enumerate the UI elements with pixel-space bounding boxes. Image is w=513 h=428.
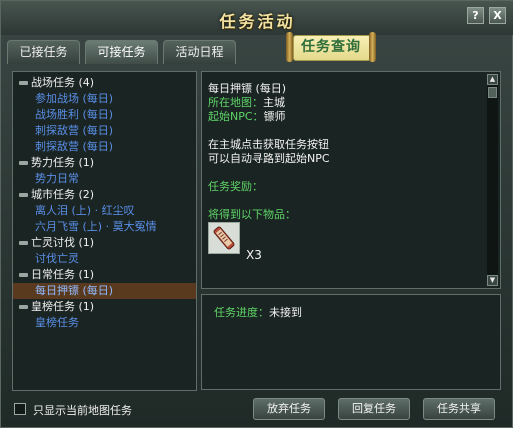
scroll-rod-icon (286, 32, 293, 62)
npc-line: 起始NPC：镖师 (208, 110, 286, 123)
list-category[interactable]: 势力任务 (1) (13, 155, 196, 171)
quest-lookup-badge[interactable]: 任务查询 (286, 31, 376, 63)
list-category[interactable]: 皇榜任务 (1) (13, 299, 196, 315)
list-item[interactable]: 战场胜利 (每日) (13, 107, 196, 123)
list-item[interactable]: 刺探敌营 (每日) (13, 123, 196, 139)
share-quest-button[interactable]: 任务共享 (423, 398, 495, 420)
list-category[interactable]: 城市任务 (2) (13, 187, 196, 203)
items-label: 将得到以下物品： (208, 208, 296, 221)
reward-label: 任务奖励： (208, 180, 263, 193)
quest-window: 任务活动 ? X 已接任务 可接任务 活动日程 任务查询 战场任务 (4) 参加… (0, 0, 513, 428)
collapse-icon (19, 273, 28, 277)
item-count: X3 (246, 248, 262, 262)
abandon-quest-button[interactable]: 放弃任务 (253, 398, 325, 420)
collapse-icon (19, 193, 28, 197)
list-item[interactable]: 离人泪 (上) · 红尘叹 (13, 203, 196, 219)
detail-scrollbar[interactable]: ▲ ▼ (487, 74, 498, 286)
reply-quest-button[interactable]: 回复任务 (338, 398, 410, 420)
tab-accepted[interactable]: 已接任务 (7, 40, 80, 64)
list-item[interactable]: 参加战场 (每日) (13, 91, 196, 107)
close-button[interactable]: X (489, 7, 506, 24)
tab-schedule[interactable]: 活动日程 (163, 40, 236, 64)
scroll-item-icon (209, 223, 239, 253)
list-category[interactable]: 战场任务 (4) (13, 75, 196, 91)
progress-line: 任务进度：未接到 (214, 306, 302, 319)
help-button[interactable]: ? (467, 7, 484, 24)
list-category[interactable]: 亡灵讨伐 (1) (13, 235, 196, 251)
current-map-checkbox[interactable] (14, 403, 26, 415)
tab-available[interactable]: 可接任务 (85, 40, 158, 64)
list-item[interactable]: 六月飞雪 (上) · 莫大冤情 (13, 219, 196, 235)
collapse-icon (19, 161, 28, 165)
quest-detail-panel: 每日押镖 (每日) 所在地图：主城 起始NPC：镖师 在主城点击获取任务按钮 可… (201, 71, 501, 289)
scroll-thumb[interactable] (488, 87, 497, 98)
list-item[interactable]: 皇榜任务 (13, 315, 196, 331)
window-title: 任务活动 (219, 12, 296, 31)
checkbox-label: 只显示当前地图任务 (33, 404, 132, 417)
list-item[interactable]: 刺探敌营 (每日) (13, 139, 196, 155)
desc-line-2: 可以自动寻路到起始NPC (208, 152, 330, 165)
collapse-icon (19, 81, 28, 85)
reward-item-slot[interactable] (208, 222, 240, 254)
collapse-icon (19, 241, 28, 245)
list-category[interactable]: 日常任务 (1) (13, 267, 196, 283)
progress-panel: 任务进度：未接到 (201, 294, 501, 390)
collapse-icon (19, 305, 28, 309)
badge-label: 任务查询 (301, 39, 361, 55)
scroll-down-arrow-icon[interactable]: ▼ (487, 275, 498, 286)
scroll-up-arrow-icon[interactable]: ▲ (487, 74, 498, 85)
list-item-selected[interactable]: 每日押镖 (每日) (13, 283, 196, 299)
quest-list: 战场任务 (4) 参加战场 (每日) 战场胜利 (每日) 刺探敌营 (每日) 刺… (12, 71, 197, 391)
scroll-rod-icon (369, 32, 376, 62)
list-item[interactable]: 势力日常 (13, 171, 196, 187)
list-item[interactable]: 讨伐亡灵 (13, 251, 196, 267)
